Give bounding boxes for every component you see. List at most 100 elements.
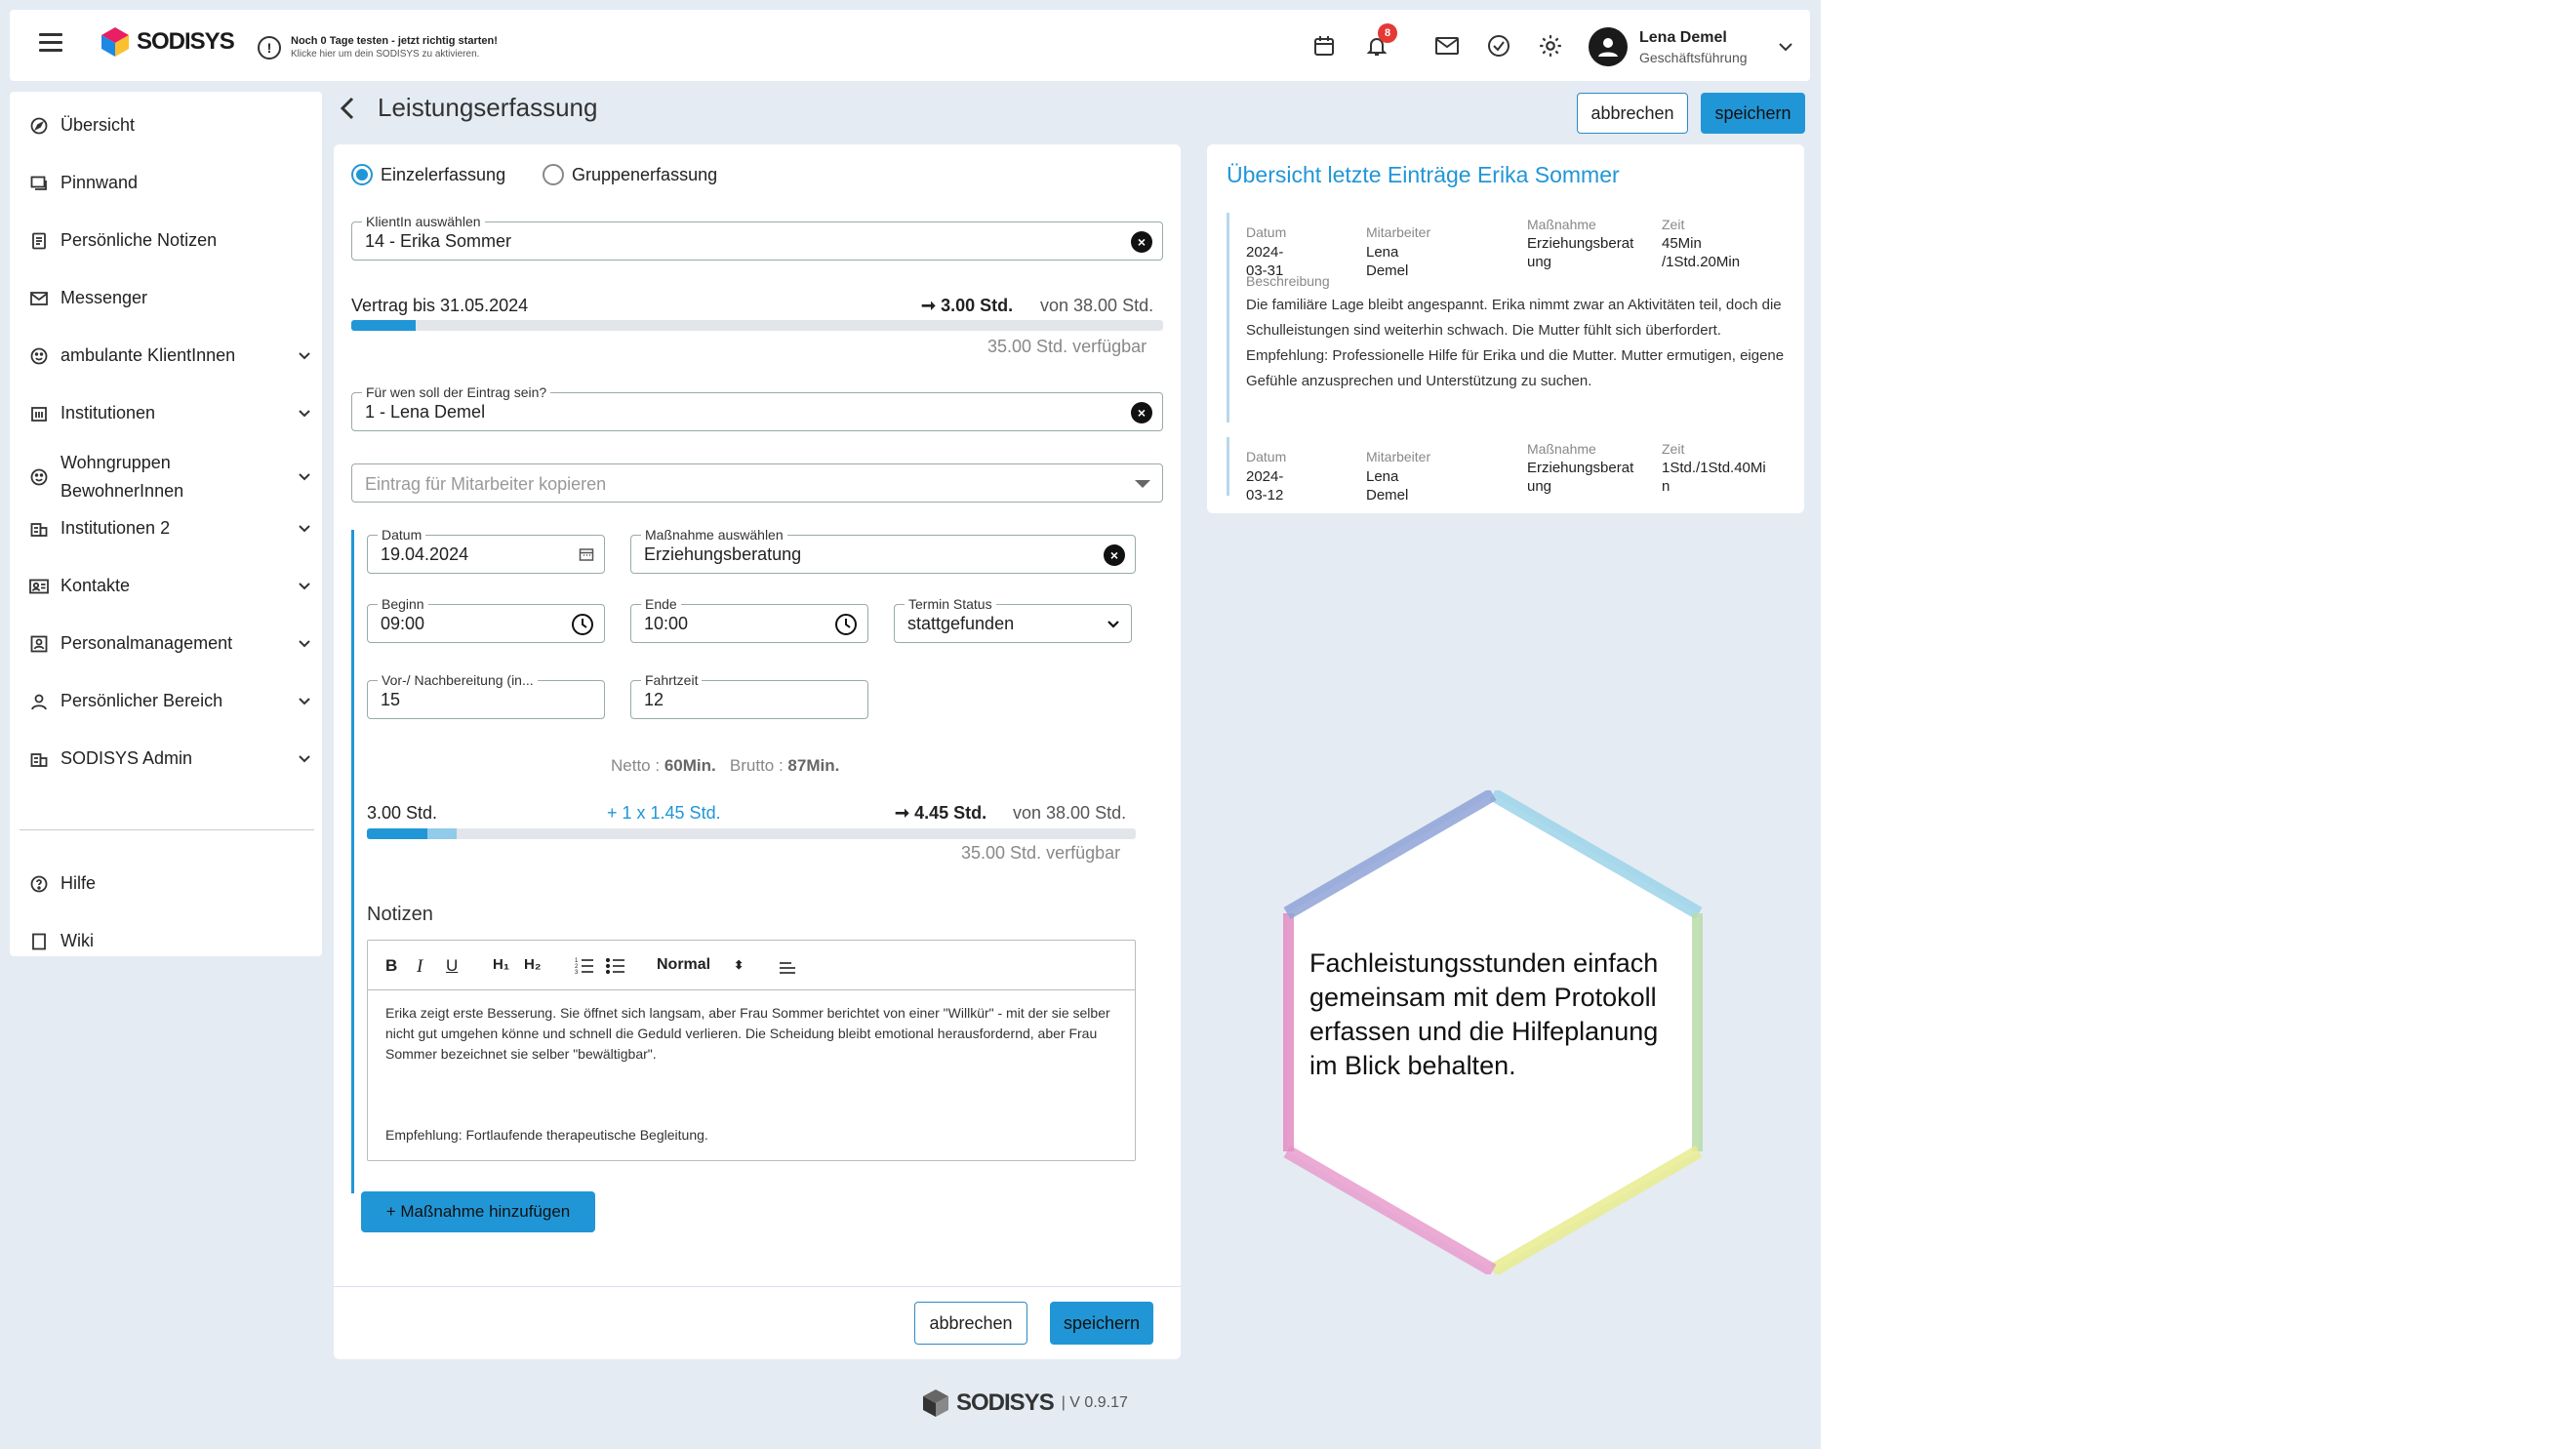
underline-button[interactable]: U bbox=[446, 956, 458, 976]
sidebar-item-persoenliche-notizen[interactable]: Persönliche Notizen bbox=[29, 230, 312, 251]
compass-icon bbox=[29, 116, 49, 136]
cancel-button[interactable]: abbrechen bbox=[1577, 93, 1688, 134]
for-whom-select[interactable]: Für wen soll der Eintrag sein? 1 - Lena … bbox=[351, 384, 1163, 431]
heading1-button[interactable]: H₁ bbox=[493, 956, 509, 973]
sidebar-item-messenger[interactable]: Messenger bbox=[29, 288, 312, 308]
field-label: Vor-/ Nachbereitung (in... bbox=[378, 672, 538, 688]
field-label: KlientIn auswählen bbox=[362, 214, 485, 229]
end-time-field[interactable]: Ende 10:00 bbox=[630, 596, 868, 643]
clear-icon[interactable]: × bbox=[1104, 544, 1125, 566]
travel-time-field[interactable]: Fahrtzeit 12 bbox=[630, 672, 868, 719]
sidebar-item-personalmanagement[interactable]: Personalmanagement bbox=[29, 633, 312, 654]
radio-einzelerfassung[interactable]: Einzelerfassung bbox=[351, 164, 505, 185]
clear-icon[interactable]: × bbox=[1131, 402, 1152, 423]
trial-banner[interactable]: ! Noch 0 Tage testen - jetzt richtig sta… bbox=[258, 35, 498, 60]
save-button[interactable]: speichern bbox=[1701, 93, 1805, 134]
notes-paragraph-1: Erika zeigt erste Besserung. Sie öffnet … bbox=[385, 1005, 1110, 1062]
gear-icon[interactable] bbox=[1536, 31, 1565, 60]
bullet-list-icon[interactable] bbox=[606, 957, 625, 975]
entry-measure-line2: ung bbox=[1527, 478, 1552, 495]
sidebar-item-label: Persönliche Notizen bbox=[60, 230, 218, 250]
entry-time-line1: 1Std./1Std.40Mi bbox=[1662, 460, 1766, 476]
field-value: 09:00 bbox=[381, 614, 425, 633]
begin-time-field[interactable]: Beginn 09:00 bbox=[367, 596, 605, 643]
sidebar-item-persoenlicher-bereich[interactable]: Persönlicher Bereich bbox=[29, 691, 312, 711]
sum-progress-fill-base bbox=[367, 828, 428, 839]
chevron-down-icon bbox=[299, 640, 310, 648]
sidebar-item-ambulante-klientinnen[interactable]: ambulante KlientInnen bbox=[29, 345, 312, 366]
contract-hours-arrow: ➞ 3.00 Std. bbox=[921, 296, 1014, 315]
sidebar-item-institutionen-2[interactable]: Institutionen 2 bbox=[29, 518, 312, 539]
client-select[interactable]: KlientIn auswählen 14 - Erika Sommer × bbox=[351, 214, 1163, 261]
add-measure-button[interactable]: + Maßnahme hinzufügen bbox=[361, 1191, 595, 1232]
heading2-button[interactable]: H₂ bbox=[524, 956, 542, 973]
bell-icon[interactable]: 8 bbox=[1362, 23, 1397, 60]
sum-total: von 38.00 Std. bbox=[1013, 803, 1127, 823]
sidebar-item-wohngruppen[interactable]: Wohngruppen BewohnerInnen bbox=[29, 449, 312, 505]
sum-progress-bar bbox=[367, 828, 1136, 839]
page-header: Leistungserfassung bbox=[337, 93, 597, 123]
sidebar-item-institutionen[interactable]: Institutionen bbox=[29, 403, 312, 423]
sidebar-item-wiki[interactable]: Wiki bbox=[29, 931, 312, 951]
col-date-label: Datum bbox=[1246, 224, 1287, 240]
calendar-icon[interactable] bbox=[579, 546, 594, 562]
field-placeholder: Eintrag für Mitarbeiter kopieren bbox=[365, 474, 607, 494]
alert-icon: ! bbox=[258, 35, 281, 60]
field-value: 10:00 bbox=[644, 614, 689, 633]
entry-time-line2: /1Std.20Min bbox=[1662, 254, 1741, 270]
contact-card-icon bbox=[29, 577, 49, 596]
bottom-cancel-button[interactable]: abbrechen bbox=[914, 1302, 1027, 1345]
help-icon bbox=[29, 874, 49, 894]
sidebar-item-sodisys-admin[interactable]: SODISYS Admin bbox=[29, 748, 312, 769]
calendar-icon[interactable] bbox=[1309, 31, 1339, 60]
clock-icon[interactable] bbox=[571, 613, 594, 636]
copy-staff-select[interactable]: Eintrag für Mitarbeiter kopieren bbox=[351, 463, 1163, 503]
field-label: Beginn bbox=[378, 596, 428, 612]
radio-gruppenerfassung[interactable]: Gruppenerfassung bbox=[543, 164, 717, 185]
sidebar-item-kontakte[interactable]: Kontakte bbox=[29, 576, 312, 596]
form-footer-divider bbox=[334, 1286, 1181, 1287]
clear-icon[interactable]: × bbox=[1131, 231, 1152, 253]
sidebar-item-label-line2: BewohnerInnen bbox=[60, 481, 184, 501]
sidebar-item-label: SODISYS Admin bbox=[60, 748, 193, 768]
brand-logo[interactable]: SODISYS bbox=[101, 27, 235, 57]
date-field[interactable]: Datum 19.04.2024 bbox=[367, 527, 605, 574]
buildings-icon bbox=[29, 519, 49, 539]
back-arrow-icon[interactable] bbox=[337, 96, 358, 121]
bold-button[interactable]: B bbox=[385, 956, 397, 976]
appointment-status-select[interactable]: Termin Status stattgefunden bbox=[894, 596, 1132, 643]
overview-entry: Datum 2024-03-31 Mitarbeiter Lena Demel … bbox=[1227, 213, 1784, 423]
time-summary: Netto : 60Min. Brutto : 87Min. bbox=[611, 756, 839, 776]
notes-editor[interactable]: B I U H₁ H₂ 123 Normal ⬍ Erika zeigt erst… bbox=[367, 940, 1136, 1161]
align-icon[interactable] bbox=[778, 960, 797, 976]
netto-value: 60Min. bbox=[664, 756, 716, 775]
user-menu[interactable]: Lena Demel Geschäftsführung bbox=[1589, 27, 1794, 66]
measure-select[interactable]: Maßnahme auswählen Erziehungsberatung × bbox=[630, 527, 1136, 574]
sidebar-item-label: Institutionen 2 bbox=[60, 518, 171, 538]
sidebar-item-label: Hilfe bbox=[60, 873, 97, 893]
chevron-down-icon bbox=[299, 755, 310, 763]
radio-selected-indicator bbox=[351, 164, 373, 185]
sidebar-item-hilfe[interactable]: Hilfe bbox=[29, 873, 312, 894]
entry-measure-line1: Erziehungsberat bbox=[1527, 235, 1634, 252]
menu-icon[interactable] bbox=[39, 33, 62, 57]
notification-badge: 8 bbox=[1378, 23, 1397, 43]
board-icon bbox=[29, 174, 49, 193]
col-time-label: Zeit bbox=[1662, 217, 1685, 232]
clock-icon[interactable] bbox=[834, 613, 858, 636]
format-select[interactable]: Normal ⬍ bbox=[657, 956, 744, 974]
mail-icon[interactable] bbox=[1432, 31, 1462, 60]
check-circle-icon[interactable] bbox=[1484, 31, 1513, 60]
ordered-list-icon[interactable]: 123 bbox=[575, 957, 594, 975]
sidebar-item-pinnwand[interactable]: Pinnwand bbox=[29, 173, 312, 193]
prep-time-field[interactable]: Vor-/ Nachbereitung (in... 15 bbox=[367, 672, 605, 719]
field-label: Termin Status bbox=[905, 596, 996, 612]
entry-time-line1: 45Min bbox=[1662, 235, 1702, 252]
italic-button[interactable]: I bbox=[417, 956, 423, 978]
entry-date: 2024-03-12 bbox=[1246, 468, 1284, 503]
bottom-save-button[interactable]: speichern bbox=[1050, 1302, 1153, 1345]
footer-version: | V 0.9.17 bbox=[1061, 1394, 1128, 1411]
contract-progress-bar bbox=[351, 320, 1163, 331]
sidebar-item-uebersicht[interactable]: Übersicht bbox=[29, 115, 312, 136]
field-value: 15 bbox=[381, 690, 401, 709]
